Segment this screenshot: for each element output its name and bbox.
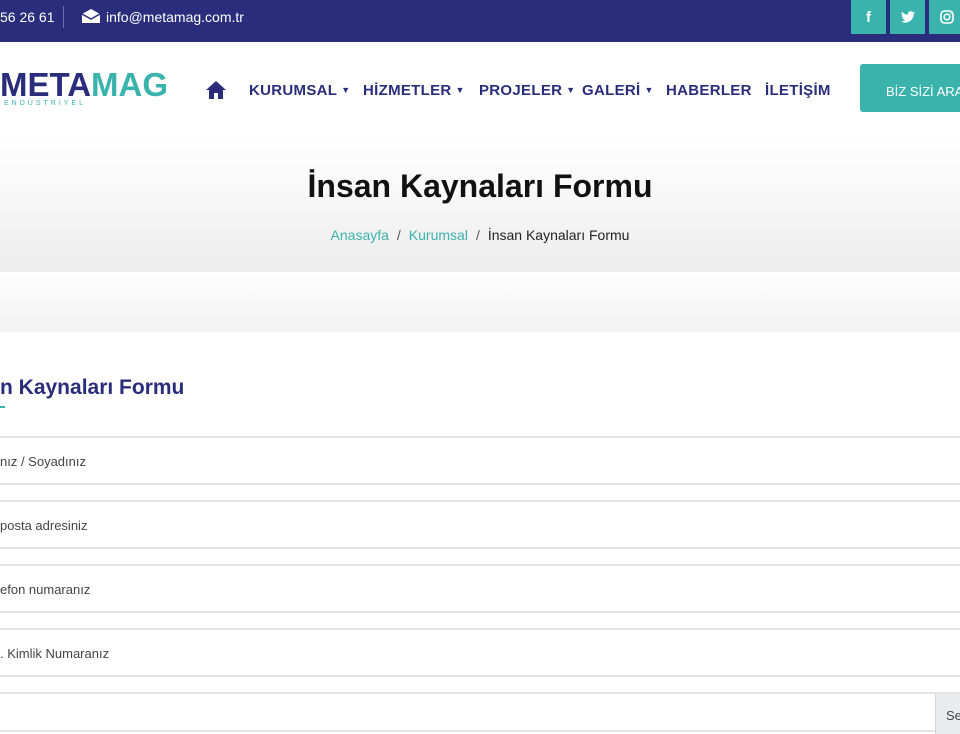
nav-projeler[interactable]: PROJELER ▼ — [479, 82, 575, 99]
name-field-placeholder: nız / Soyadınız — [0, 454, 86, 469]
form-title-underline — [0, 406, 5, 408]
name-field[interactable]: nız / Soyadınız — [0, 436, 960, 485]
breadcrumb-separator: / — [396, 227, 401, 243]
phone-number[interactable]: 56 26 61 — [0, 9, 55, 25]
callback-button[interactable]: BİZ SİZİ ARAYALIM — [860, 64, 960, 112]
section-spacer — [0, 272, 960, 332]
home-icon[interactable] — [205, 80, 227, 100]
topbar-divider — [63, 6, 64, 28]
email-field[interactable]: posta adresiniz — [0, 500, 960, 549]
logo-accent-text: MAG — [91, 66, 169, 103]
nav-iletisim[interactable]: İLETİŞİM — [765, 82, 831, 99]
breadcrumb: Anasayfa / Kurumsal / İnsan Kaynaları Formu — [0, 227, 960, 243]
nav-hizmetler[interactable]: HİZMETLER ▼ — [363, 82, 465, 99]
nav-kurumsal[interactable]: KURUMSAL ▼ — [249, 82, 350, 99]
logo-main-text: META — [0, 66, 92, 103]
breadcrumb-home[interactable]: Anasayfa — [331, 227, 389, 243]
instagram-icon[interactable] — [929, 0, 960, 34]
nav-galeri[interactable]: GALERİ ▼ — [582, 82, 654, 99]
logo-subtitle: ENDÜSTRİYEL — [4, 100, 87, 107]
phone-field[interactable]: efon numaranız — [0, 564, 960, 613]
facebook-icon[interactable]: f — [851, 0, 886, 34]
tc-id-field[interactable]: . Kimlik Numaranız — [0, 628, 960, 677]
form-title: n Kaynaları Formu — [0, 376, 185, 399]
nav-hizmetler-label: HİZMETLER — [363, 82, 452, 99]
caret-down-icon: ▼ — [566, 85, 576, 95]
email-link[interactable]: info@metamag.com.tr — [106, 9, 244, 25]
email-field-placeholder: posta adresiniz — [0, 518, 88, 533]
breadcrumb-current: İnsan Kaynaları Formu — [487, 227, 630, 243]
nav-haberler[interactable]: HABERLER — [666, 82, 752, 99]
twitter-icon[interactable] — [890, 0, 925, 34]
mail-icon — [81, 9, 101, 23]
caret-down-icon: ▼ — [455, 85, 465, 95]
page-title: İnsan Kaynaları Formu — [307, 168, 653, 204]
nav-projeler-label: PROJELER — [479, 82, 563, 99]
top-bar: 56 26 61 info@metamag.com.tr f — [0, 0, 960, 42]
caret-down-icon: ▼ — [341, 85, 351, 95]
page-banner: İnsan Kaynaları Formu Anasayfa / Kurumsal /… — [0, 138, 960, 272]
site-logo[interactable]: METAMAG — [0, 66, 168, 104]
tc-id-field-placeholder: . Kimlik Numaranız — [0, 646, 110, 661]
breadcrumb-separator: / — [475, 227, 480, 243]
phone-field-placeholder: efon numaranız — [0, 582, 91, 597]
main-header: METAMAG ENDÜSTRİYEL KURUMSAL ▼ HİZMETLER ▼… — [0, 42, 960, 138]
caret-down-icon: ▼ — [644, 85, 654, 95]
file-upload-field[interactable]: Se — [0, 692, 960, 734]
file-select-button[interactable]: Se — [935, 694, 960, 734]
breadcrumb-kurumsal[interactable]: Kurumsal — [409, 227, 468, 243]
nav-galeri-label: GALERİ — [582, 82, 641, 99]
nav-kurumsal-label: KURUMSAL — [249, 82, 338, 99]
